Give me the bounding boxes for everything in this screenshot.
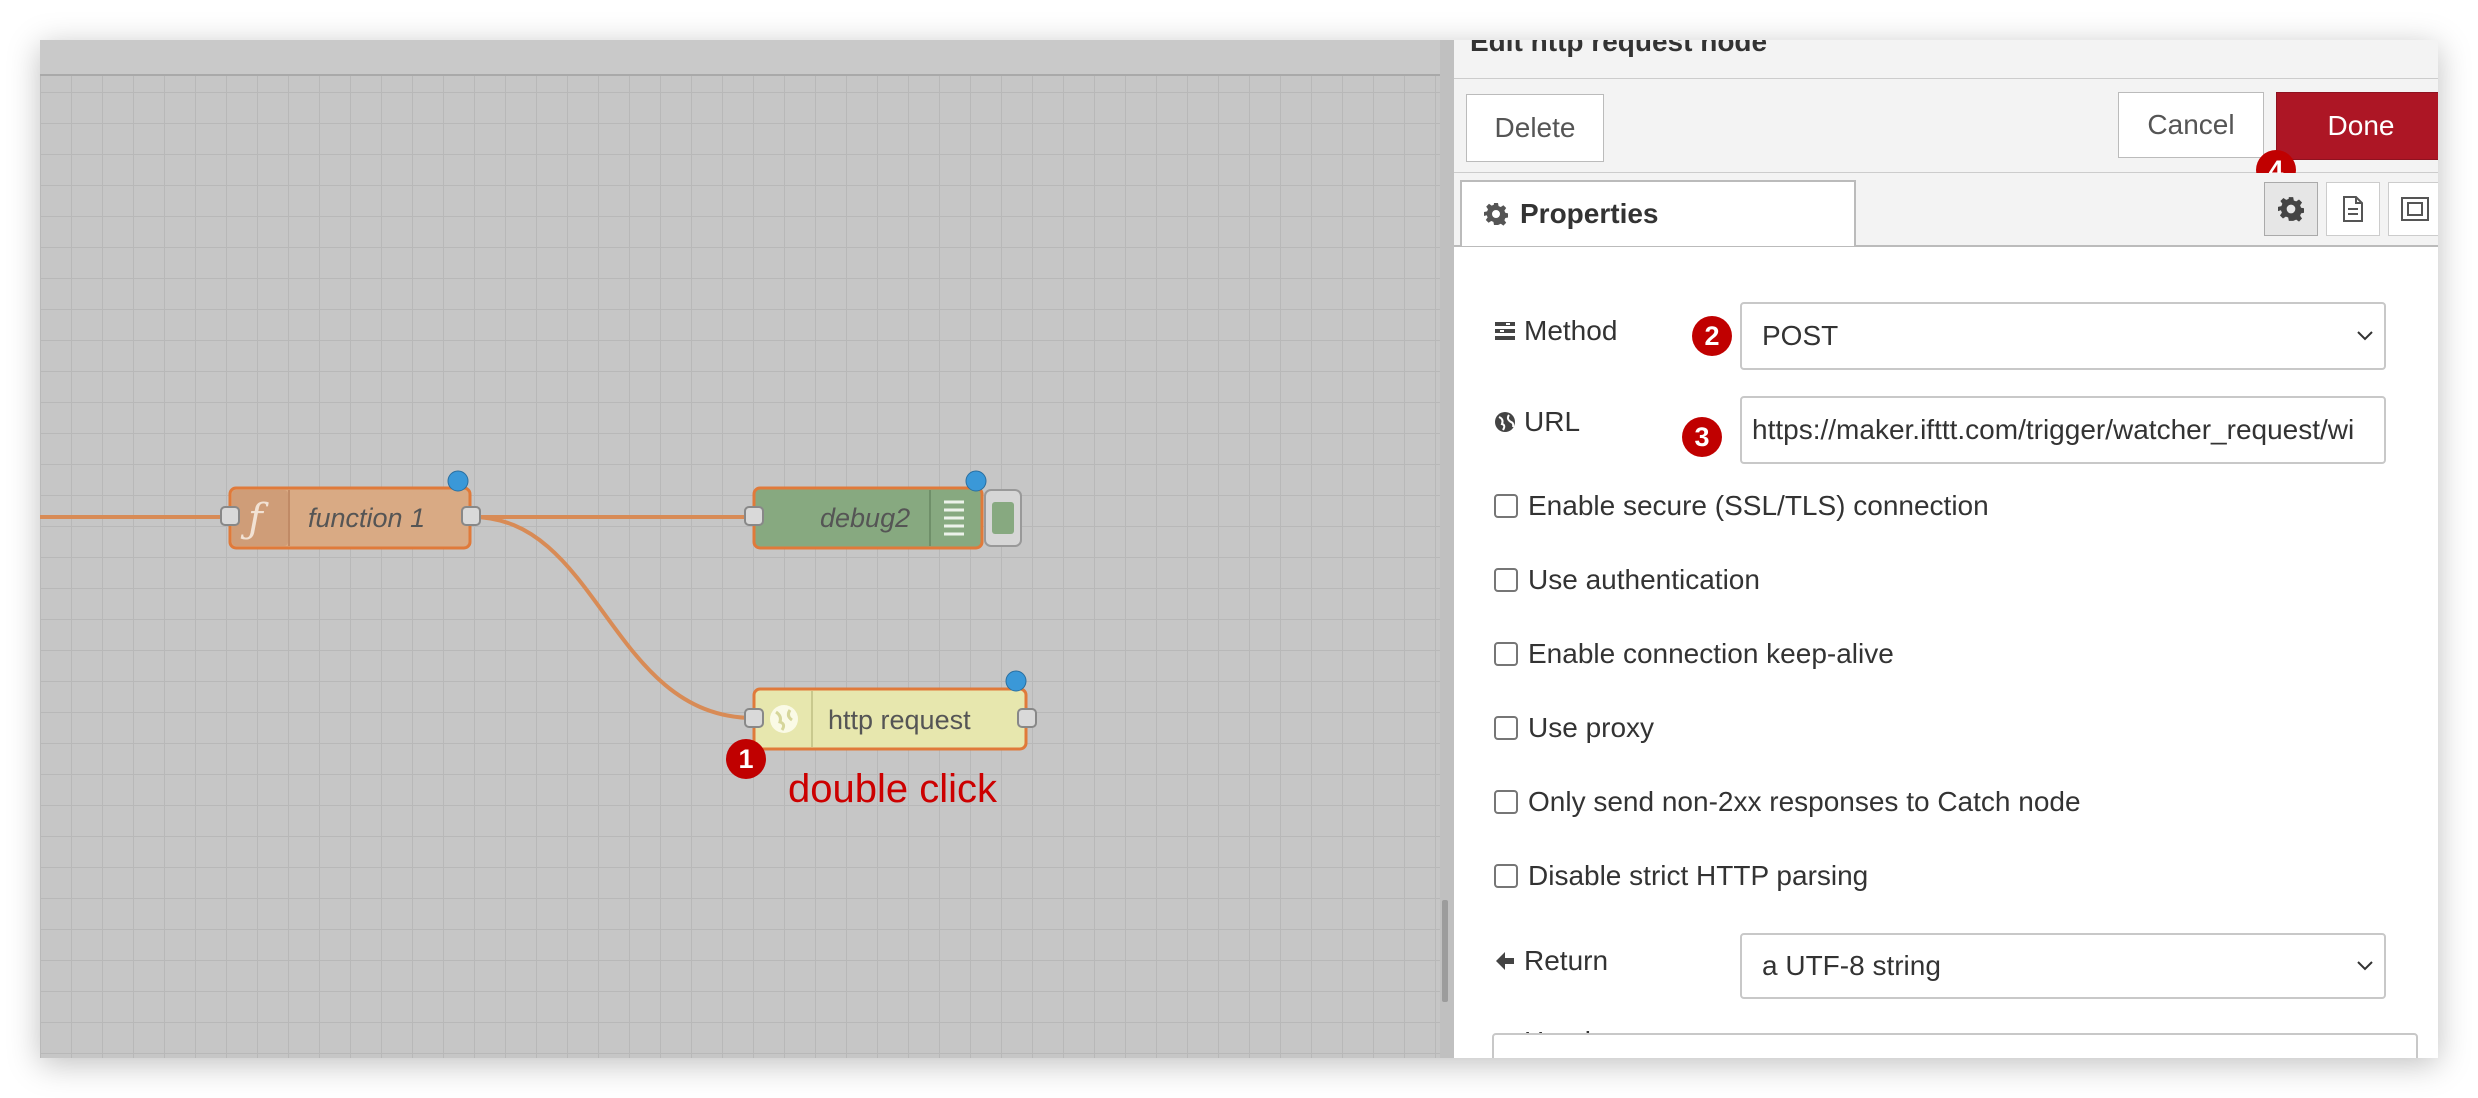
description-icon [2343, 196, 2363, 222]
wire-function-to-http-request[interactable] [471, 515, 755, 720]
tab-properties-label: Properties [1520, 198, 1659, 229]
debug-input-port[interactable] [744, 506, 764, 526]
checkbox-row-proxy[interactable]: Use proxy [1494, 712, 1654, 744]
splitter-handle[interactable] [1442, 900, 1448, 1002]
return-select-value: a UTF-8 string [1762, 950, 1941, 981]
settings-tab-button[interactable] [2264, 182, 2318, 236]
return-label: Return [1494, 945, 1608, 977]
method-label: Method [1494, 315, 1617, 347]
method-icon [1495, 322, 1515, 340]
function-node[interactable]: ƒ function 1 [220, 470, 481, 550]
tray-header: Edit http request node [1454, 40, 2438, 79]
tray-title: Edit http request node [1470, 40, 1768, 57]
url-label: URL [1494, 406, 1580, 438]
http-request-changed-indicator [1005, 670, 1027, 692]
method-select-value: POST [1762, 320, 1839, 351]
checkbox-row-ssl[interactable]: Enable secure (SSL/TLS) connection [1494, 490, 1989, 522]
arrow-left-icon [1496, 952, 1514, 970]
globe-icon [770, 705, 798, 733]
delete-button[interactable]: Delete [1466, 94, 1604, 162]
keep-alive-checkbox[interactable] [1494, 642, 1518, 666]
chevron-down-icon [2357, 961, 2373, 971]
step-badge-1: 1 [726, 739, 766, 779]
app-window: ƒ function 1 debug2 http request 1 doubl… [40, 40, 2438, 1058]
done-button[interactable]: Done [2276, 92, 2438, 160]
function-input-port[interactable] [220, 506, 240, 526]
description-tab-button[interactable] [2326, 182, 2380, 236]
method-select[interactable]: POST [1740, 302, 2386, 370]
url-input-value: https://maker.ifttt.com/trigger/watcher_… [1752, 414, 2355, 445]
http-request-input-port[interactable] [744, 708, 764, 728]
debug-node[interactable]: debug2 [744, 470, 1022, 550]
checkbox-row-keep-alive[interactable]: Enable connection keep-alive [1494, 638, 1894, 670]
tab-properties[interactable]: Properties [1460, 180, 1856, 246]
annotation-double-click: double click [788, 767, 998, 811]
appearance-icon [2401, 197, 2429, 221]
globe-icon [1495, 412, 1515, 432]
checkbox-row-strict-parsing[interactable]: Disable strict HTTP parsing [1494, 860, 1868, 892]
headers-list[interactable] [1492, 1033, 2418, 1058]
http-request-node[interactable]: http request [744, 670, 1037, 751]
debug-node-label: debug2 [820, 503, 910, 533]
flow-workspace[interactable]: ƒ function 1 debug2 http request 1 doubl… [40, 40, 1440, 1058]
edit-node-tray: Edit http request node Delete Cancel Don… [1454, 40, 2438, 1058]
flow-canvas[interactable]: ƒ function 1 debug2 http request [40, 40, 1440, 1058]
ssl-checkbox[interactable] [1494, 494, 1518, 518]
function-changed-indicator [447, 470, 469, 492]
non-2xx-checkbox[interactable] [1494, 790, 1518, 814]
chevron-down-icon [2357, 331, 2373, 341]
proxy-checkbox[interactable] [1494, 716, 1518, 740]
gear-icon [1484, 203, 1508, 226]
checkbox-row-non-2xx[interactable]: Only send non-2xx responses to Catch nod… [1494, 786, 2081, 818]
debug-changed-indicator [965, 470, 987, 492]
return-select[interactable]: a UTF-8 string [1740, 933, 2386, 999]
step-badge-2: 2 [1692, 316, 1732, 356]
function-output-port[interactable] [461, 506, 481, 526]
url-input[interactable]: https://maker.ifttt.com/trigger/watcher_… [1740, 396, 2386, 464]
step-badge-3: 3 [1682, 417, 1722, 457]
gear-icon [2278, 197, 2304, 222]
authentication-checkbox[interactable] [1494, 568, 1518, 592]
checkbox-row-authentication[interactable]: Use authentication [1494, 564, 1760, 596]
http-request-node-label: http request [828, 705, 971, 735]
cancel-button[interactable]: Cancel [2118, 92, 2264, 158]
function-node-label: function 1 [308, 503, 425, 533]
appearance-tab-button[interactable] [2388, 182, 2438, 236]
strict-parsing-checkbox[interactable] [1494, 864, 1518, 888]
http-request-output-port[interactable] [1017, 708, 1037, 728]
